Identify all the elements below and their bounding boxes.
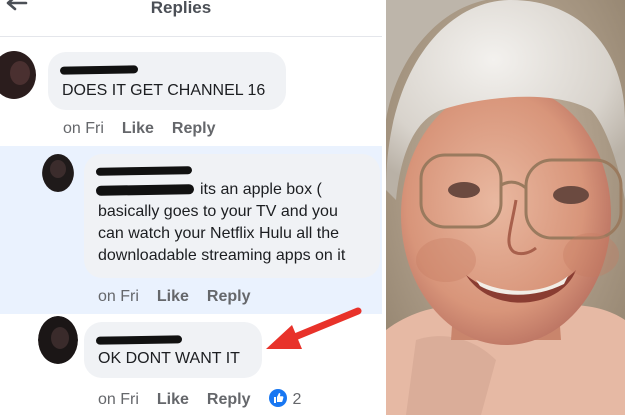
- comment-actions: on Fri Like Reply 2: [98, 389, 319, 409]
- avatar[interactable]: [38, 316, 78, 364]
- header-divider: [0, 36, 382, 37]
- replies-header: Replies: [0, 0, 382, 30]
- like-button[interactable]: Like: [157, 391, 189, 409]
- reply-button[interactable]: Reply: [207, 391, 251, 409]
- like-reaction-icon[interactable]: [268, 389, 287, 407]
- comment-actions: on Fri Like Reply: [63, 120, 234, 138]
- replies-panel: Replies DOES IT GET CHANNEL 16 on Fri Lik…: [0, 0, 382, 415]
- comment-timestamp: on Fri: [63, 120, 104, 137]
- comment-text-line: its an apple box (: [200, 181, 322, 198]
- reaction-count: 2: [292, 391, 302, 408]
- comment-timestamp: on Fri: [98, 288, 139, 305]
- like-button[interactable]: Like: [157, 288, 189, 306]
- comment-text-line: downloadable streaming apps on it: [98, 247, 346, 264]
- redacted-name: [95, 335, 183, 345]
- comment-text: OK DONT WANT IT: [98, 350, 240, 367]
- comment-bubble: its an apple box ( basically goes to you…: [84, 154, 380, 278]
- page-title: Replies: [150, 0, 212, 17]
- reply-button[interactable]: Reply: [172, 120, 216, 138]
- comment-text: its an apple box ( basically goes to you…: [98, 179, 382, 267]
- like-button[interactable]: Like: [122, 120, 154, 138]
- comment-actions: on Fri Like Reply: [98, 288, 269, 306]
- comment-text-line: can watch your Netflix Hulu all the: [98, 225, 339, 242]
- comment-bubble: DOES IT GET CHANNEL 16: [48, 52, 286, 110]
- reply-button[interactable]: Reply: [207, 288, 251, 306]
- comment-text-line: basically goes to your TV and you: [98, 203, 338, 220]
- smiling-elderly-woman-with-glasses-image: [386, 0, 625, 415]
- comment-bubble: OK DONT WANT IT: [84, 322, 262, 378]
- redacted-name: [59, 65, 139, 75]
- avatar[interactable]: [42, 154, 74, 194]
- avatar[interactable]: [0, 51, 38, 99]
- comment-timestamp: on Fri: [98, 391, 139, 408]
- redacted-name: [95, 166, 193, 176]
- comment-text: DOES IT GET CHANNEL 16: [62, 82, 266, 99]
- red-arrow-icon: [266, 307, 362, 349]
